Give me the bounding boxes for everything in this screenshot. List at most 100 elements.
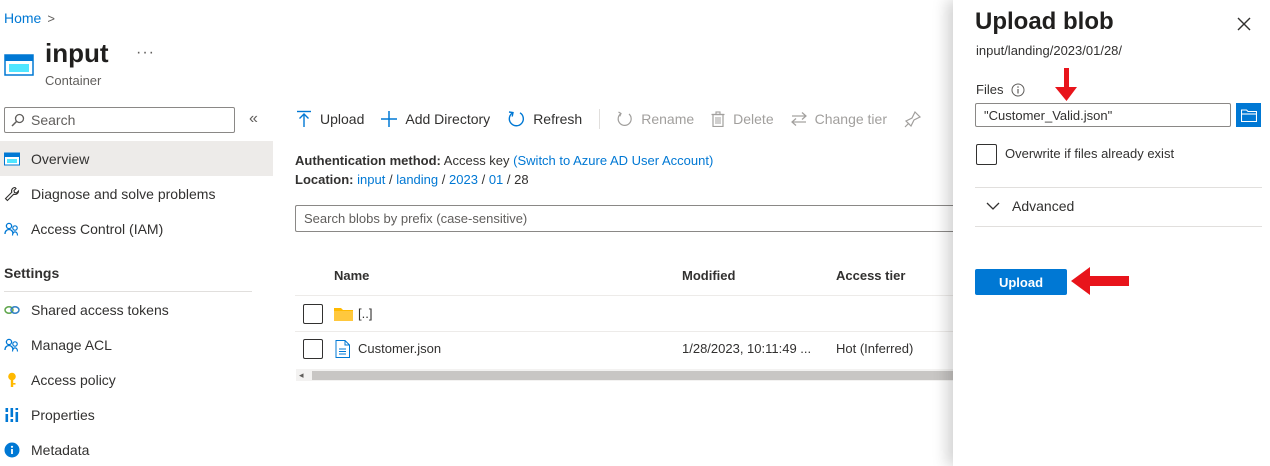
refresh-label: Refresh	[533, 111, 583, 127]
sidebar-item-label: Manage ACL	[31, 336, 112, 353]
overwrite-checkbox[interactable]	[976, 144, 997, 165]
sidebar-item-metadata[interactable]: Metadata	[0, 432, 273, 466]
blob-search-placeholder: Search blobs by prefix (case-sensitive)	[304, 211, 528, 226]
upload-button[interactable]: Upload	[975, 269, 1067, 295]
rename-icon	[617, 111, 633, 127]
add-directory-button[interactable]: Add Directory	[381, 111, 490, 127]
files-label-row: Files	[976, 82, 1025, 97]
column-header-access-tier[interactable]: Access tier	[836, 268, 905, 283]
path-separator: /	[441, 172, 446, 187]
refresh-icon	[507, 110, 525, 128]
folder-open-icon	[1240, 108, 1257, 122]
scroll-left-icon[interactable]: ◂	[299, 370, 304, 381]
sidebar-item-iam[interactable]: Access Control (IAM)	[0, 211, 273, 246]
authentication-method-line: Authentication method: Access key (Switc…	[295, 153, 713, 168]
sidebar-item-access-policy[interactable]: Access policy	[0, 362, 273, 397]
breadcrumb: Home >	[4, 10, 55, 26]
delete-label: Delete	[733, 111, 774, 127]
sidebar-item-overview[interactable]: Overview	[0, 141, 273, 176]
link-icon	[4, 302, 20, 318]
sidebar-item-label: Metadata	[31, 441, 90, 458]
upload-icon	[296, 110, 312, 128]
info-icon[interactable]	[1011, 83, 1025, 97]
location-segment-28: 28	[514, 172, 529, 187]
location-label: Location:	[295, 172, 354, 187]
column-header-modified[interactable]: Modified	[682, 268, 735, 283]
lease-icon	[904, 110, 922, 128]
files-input-value: "Customer_Valid.json"	[984, 107, 1113, 123]
row-checkbox[interactable]	[303, 339, 323, 359]
location-segment-input[interactable]: input	[357, 172, 385, 187]
search-icon	[11, 113, 25, 127]
page-title: input	[45, 38, 109, 68]
browse-files-button[interactable]	[1236, 103, 1261, 127]
swap-arrows-icon	[790, 111, 807, 127]
sidebar-search-input[interactable]: Search	[4, 107, 235, 133]
breadcrumb-home-link[interactable]: Home	[4, 10, 41, 26]
blob-name-link[interactable]: Customer.json	[358, 341, 441, 356]
toolbar-separator	[599, 109, 601, 129]
column-header-name[interactable]: Name	[334, 268, 369, 283]
people-icon	[4, 221, 20, 237]
sidebar-item-label: Diagnose and solve problems	[31, 185, 216, 202]
scrollbar-thumb[interactable]	[312, 371, 955, 380]
location-segment-landing[interactable]: landing	[396, 172, 438, 187]
files-input[interactable]: "Customer_Valid.json"	[975, 103, 1231, 127]
upload-toolbar-button[interactable]: Upload	[296, 110, 364, 128]
path-separator: /	[388, 172, 393, 187]
panel-divider	[975, 187, 1262, 188]
upload-blob-panel	[953, 0, 1270, 466]
breadcrumb-separator: >	[47, 10, 55, 26]
blob-prefix-search-input[interactable]: Search blobs by prefix (case-sensitive)	[295, 205, 955, 232]
key-icon	[4, 372, 20, 388]
delete-button[interactable]: Delete	[711, 111, 774, 127]
chevron-down-icon	[986, 202, 1000, 210]
sidebar-item-label: Properties	[31, 406, 95, 423]
change-tier-button[interactable]: Change tier	[790, 111, 887, 127]
sidebar-item-properties[interactable]: Properties	[0, 397, 273, 432]
settings-heading: Settings	[4, 265, 60, 281]
location-segment-01[interactable]: 01	[489, 172, 503, 187]
table-row-divider	[295, 331, 955, 332]
container-icon	[4, 52, 34, 76]
collapse-sidebar-button[interactable]: «	[249, 110, 258, 128]
sidebar-search-placeholder: Search	[31, 112, 76, 128]
refresh-button[interactable]: Refresh	[507, 110, 582, 128]
acquire-lease-button[interactable]	[904, 110, 922, 128]
more-options-button[interactable]: ···	[136, 44, 155, 62]
parent-directory-link[interactable]: [..]	[358, 306, 372, 321]
header-divider	[295, 295, 955, 296]
command-toolbar: Upload Add Directory Refresh Rename Dele…	[296, 106, 939, 132]
overview-icon	[4, 151, 20, 167]
advanced-toggle[interactable]: Advanced	[986, 198, 1074, 214]
sidebar-item-label: Overview	[31, 150, 90, 167]
row-checkbox[interactable]	[303, 304, 323, 324]
people-icon	[4, 337, 20, 353]
advanced-label: Advanced	[1012, 198, 1075, 214]
change-tier-label: Change tier	[814, 111, 887, 127]
annotation-arrow-down	[1054, 68, 1078, 102]
add-directory-label: Add Directory	[405, 111, 491, 127]
auth-method-label: Authentication method:	[295, 153, 441, 168]
location-segment-2023[interactable]: 2023	[449, 172, 478, 187]
switch-auth-link[interactable]: (Switch to Azure AD User Account)	[513, 153, 713, 168]
file-icon	[335, 340, 350, 358]
blob-access-tier: Hot (Inferred)	[836, 341, 914, 356]
resource-type-label: Container	[45, 73, 102, 88]
panel-title: Upload blob	[975, 8, 1114, 35]
sidebar-item-label: Access Control (IAM)	[31, 220, 164, 237]
upload-destination-path: input/landing/2023/01/28/	[976, 43, 1123, 58]
plus-icon	[381, 111, 398, 127]
sidebar-item-shared-access-tokens[interactable]: Shared access tokens	[0, 292, 273, 327]
overwrite-label: Overwrite if files already exist	[1005, 146, 1175, 161]
close-icon[interactable]	[1236, 16, 1252, 32]
trash-icon	[711, 111, 725, 127]
blob-modified: 1/28/2023, 10:11:49 ...	[682, 341, 812, 356]
sidebar-item-diagnose[interactable]: Diagnose and solve problems	[0, 176, 273, 211]
path-separator: /	[506, 172, 511, 187]
upload-toolbar-label: Upload	[320, 111, 365, 127]
auth-method-value: Access key	[443, 153, 510, 168]
sidebar-item-manage-acl[interactable]: Manage ACL	[0, 327, 273, 362]
rename-button[interactable]: Rename	[617, 111, 694, 127]
folder-icon	[334, 306, 353, 321]
